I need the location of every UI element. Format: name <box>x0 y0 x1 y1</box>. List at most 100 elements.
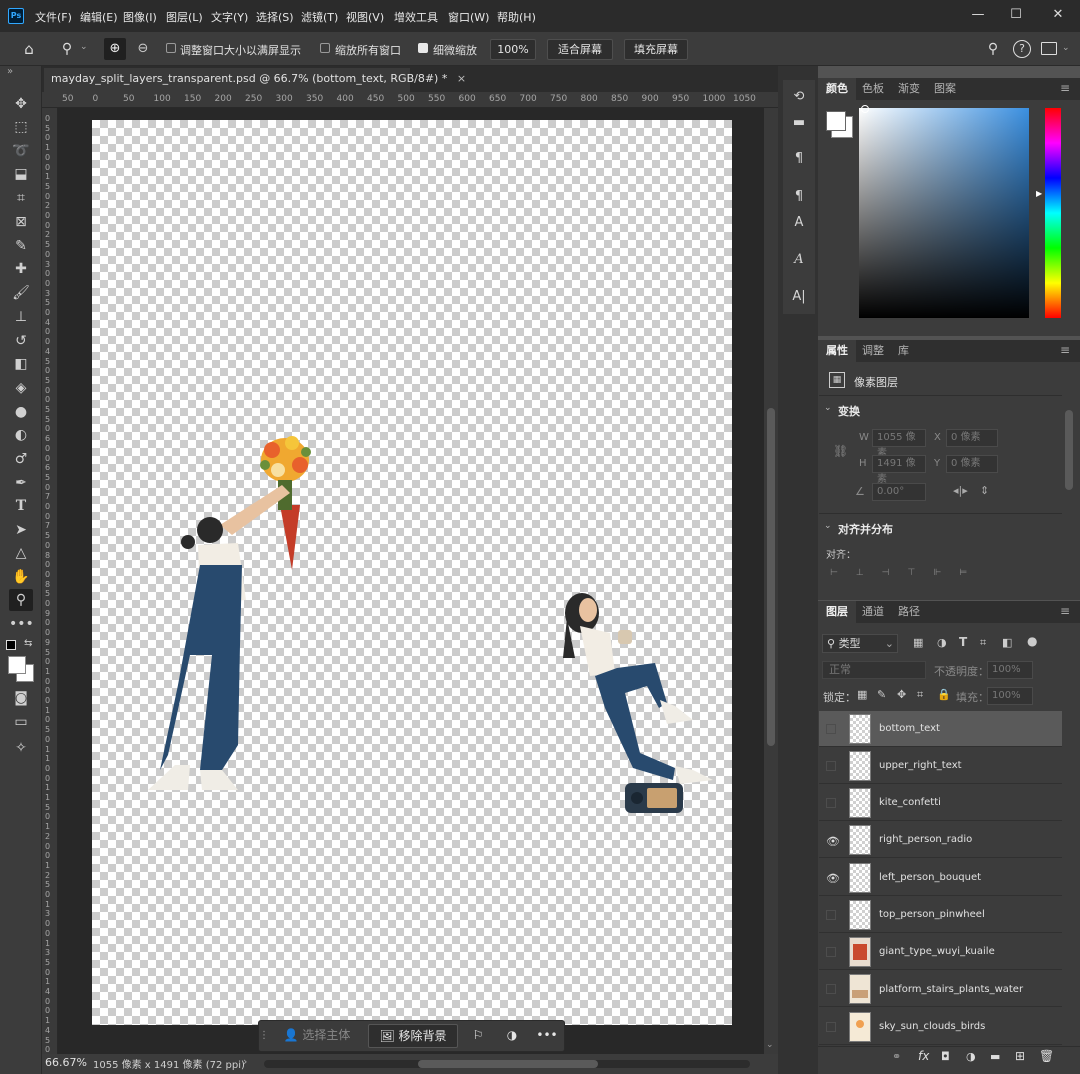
hue-marker-icon[interactable]: ▶ <box>1036 189 1042 198</box>
layers-scrollbar[interactable] <box>1064 711 1074 1046</box>
workspace-chevron-icon[interactable]: ⌄ <box>1062 43 1070 53</box>
color-picker-cursor[interactable] <box>861 105 869 113</box>
menu-type[interactable]: 文字(Y) <box>211 9 248 25</box>
hue-slider[interactable] <box>1045 108 1061 318</box>
swap-colors-icon[interactable]: ⇆ <box>24 638 32 649</box>
marquee-tool-icon[interactable]: ⬚ <box>9 116 33 138</box>
clone-stamp-tool-icon[interactable]: ⊥ <box>9 306 33 328</box>
type-tool-icon[interactable]: T <box>9 495 33 517</box>
tab-gradients[interactable]: 渐变 <box>890 78 928 100</box>
pin-bar-icon[interactable]: ⚐ <box>466 1024 490 1048</box>
tab-swatches[interactable]: 色板 <box>854 78 892 100</box>
angle-field[interactable]: 0.00° <box>872 483 926 501</box>
help-icon[interactable]: ? <box>1013 40 1031 58</box>
zoom-tool-active-icon[interactable]: ⚲ <box>9 589 33 611</box>
new-layer-icon[interactable]: ⊞ <box>1015 1049 1025 1063</box>
adjustment-icon[interactable]: ◑ <box>500 1024 524 1048</box>
resize-windows-checkbox[interactable] <box>166 43 176 53</box>
fx-icon[interactable]: fx <box>918 1049 929 1063</box>
vertical-scroll-thumb[interactable] <box>767 408 775 746</box>
move-tool-icon[interactable]: ✥ <box>9 93 33 115</box>
search-icon[interactable]: ⚲ <box>984 40 1002 58</box>
menu-view[interactable]: 视图(V) <box>346 9 384 25</box>
visibility-toggle[interactable] <box>826 947 836 957</box>
properties-menu-icon[interactable]: ≡ <box>1060 343 1070 357</box>
character-panel-icon[interactable]: A| <box>788 286 810 308</box>
menu-file[interactable]: 文件(F) <box>35 9 72 25</box>
paragraph-panel-icon[interactable]: ¶ <box>788 148 810 170</box>
align-icons-row[interactable]: ⊢⊥⊣⊤⊩⊨ <box>830 568 985 578</box>
shape-tool-icon[interactable]: △ <box>9 542 33 564</box>
more-options-icon[interactable]: ••• <box>534 1024 560 1048</box>
color-panel-menu-icon[interactable]: ≡ <box>1060 81 1070 95</box>
tab-libraries[interactable]: 库 <box>890 340 917 362</box>
healing-brush-tool-icon[interactable]: ✚ <box>9 258 33 280</box>
menu-select[interactable]: 选择(S) <box>256 9 294 25</box>
flip-horizontal-icon[interactable]: ◂|▸ <box>953 484 968 497</box>
blend-mode-dropdown[interactable]: 正常 <box>822 661 926 679</box>
minimize-icon[interactable]: — <box>968 6 988 24</box>
color-field[interactable] <box>859 108 1029 318</box>
menu-edit[interactable]: 编辑(E) <box>80 9 118 25</box>
filter-pixel-icon[interactable]: ▦ <box>913 636 923 649</box>
eye-icon[interactable]: 👁 <box>826 872 840 886</box>
transform-chevron-icon[interactable]: ⌄ <box>824 403 832 413</box>
zoom-level[interactable]: 66.67% <box>45 1056 87 1069</box>
maximize-icon[interactable]: ☐ <box>1006 6 1026 24</box>
collapse-toolbar-icon[interactable]: » <box>7 66 13 77</box>
fill-screen-button[interactable]: 填充屏幕 <box>624 39 688 60</box>
object-select-tool-icon[interactable]: ⬓ <box>9 163 33 185</box>
height-field[interactable]: 1491 像素 <box>872 455 926 485</box>
visibility-toggle[interactable] <box>826 724 836 734</box>
delete-layer-icon[interactable]: 🗑 <box>1039 1049 1054 1063</box>
status-chevron-icon[interactable]: › <box>243 1055 247 1068</box>
menu-help[interactable]: 帮助(H) <box>497 9 536 25</box>
taskbar-drag-handle[interactable]: ⋮ <box>259 1024 269 1048</box>
lasso-tool-icon[interactable]: ➰ <box>9 140 33 162</box>
character-styles-icon[interactable]: A <box>788 212 810 234</box>
color-fg-swatch[interactable] <box>826 111 846 131</box>
close-tab-icon[interactable]: × <box>457 72 466 85</box>
eyedropper-tool-icon[interactable]: ✎ <box>9 235 33 257</box>
layers-menu-icon[interactable]: ≡ <box>1060 604 1070 618</box>
comments-panel-icon[interactable]: ▬ <box>788 112 810 134</box>
frame-tool-icon[interactable]: ⊠ <box>9 211 33 233</box>
align-chevron-icon[interactable]: ⌄ <box>824 521 832 531</box>
zoom-tool-icon[interactable]: ⚲ <box>58 40 76 58</box>
layer-filter-dropdown[interactable]: ⚲ 类型 ⌄ <box>822 634 898 653</box>
filter-adjustment-icon[interactable]: ◑ <box>937 636 947 649</box>
menu-image[interactable]: 图像(I) <box>123 9 157 25</box>
tab-adjustments[interactable]: 调整 <box>854 340 892 362</box>
history-brush-tool-icon[interactable]: ↺ <box>9 330 33 352</box>
blur-tool-icon[interactable]: ● <box>9 401 33 423</box>
default-colors-icon[interactable] <box>6 640 16 650</box>
filter-smart-object-icon[interactable]: ◧ <box>1002 636 1012 649</box>
burn-tool-icon[interactable]: ♂ <box>9 448 33 470</box>
chevron-down-icon[interactable]: ⌄ <box>80 42 88 52</box>
history-panel-icon[interactable]: ⟲ <box>788 86 810 108</box>
remove-background-button[interactable]: 🖼 移除背景 <box>368 1024 458 1048</box>
home-icon[interactable]: ⌂ <box>20 40 38 58</box>
add-mask-icon[interactable]: ◘ <box>941 1050 950 1063</box>
tab-patterns[interactable]: 图案 <box>926 78 964 100</box>
link-layers-icon[interactable]: ⚭ <box>892 1050 901 1063</box>
y-field[interactable]: 0 像素 <box>946 455 998 473</box>
scroll-down-icon[interactable]: ⌄ <box>766 1040 774 1050</box>
quick-mask-icon[interactable]: ◙ <box>9 687 33 709</box>
filter-shape-icon[interactable]: ⌗ <box>980 636 986 650</box>
paint-bucket-tool-icon[interactable]: ◈ <box>9 377 33 399</box>
crop-tool-icon[interactable]: ⌗ <box>9 187 33 209</box>
lock-artboard-icon[interactable]: ⌗ <box>917 688 923 702</box>
more-tools-icon[interactable]: ••• <box>9 613 34 635</box>
menu-filter[interactable]: 滤镜(T) <box>301 9 338 25</box>
paragraph-styles-icon[interactable]: ¶ <box>788 186 810 208</box>
zoom-out-icon[interactable]: ⊖ <box>132 38 154 60</box>
eye-icon[interactable]: 👁 <box>826 835 840 849</box>
tab-channels[interactable]: 通道 <box>854 601 892 623</box>
hand-tool-icon[interactable]: ✋ <box>9 566 33 588</box>
tab-color[interactable]: 颜色 <box>818 78 856 100</box>
foreground-color-swatch[interactable] <box>8 656 26 674</box>
dodge-tool-icon[interactable]: ◐ <box>9 424 33 446</box>
path-select-tool-icon[interactable]: ➤ <box>9 519 33 541</box>
select-subject-button[interactable]: 👤 选择主体 <box>272 1024 362 1048</box>
